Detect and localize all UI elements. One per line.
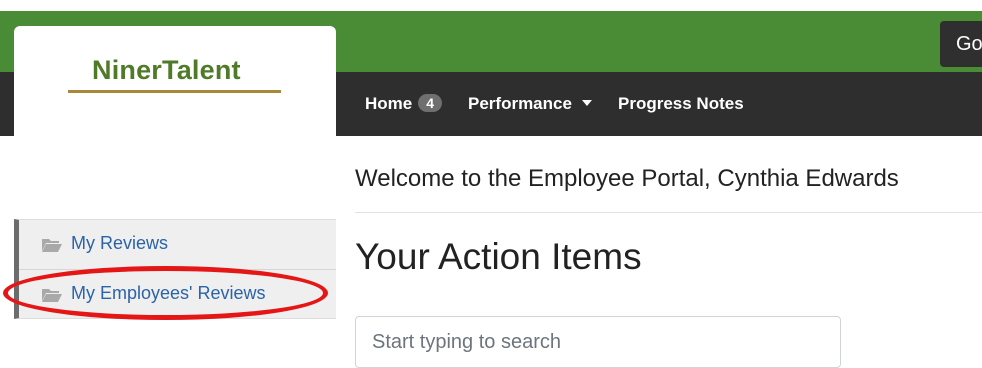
- action-items-heading: Your Action Items: [355, 236, 642, 277]
- welcome-message: Welcome to the Employee Portal, Cynthia …: [355, 165, 899, 192]
- sidebar-item-my-employees-reviews[interactable]: My Employees' Reviews: [19, 270, 336, 319]
- home-count-badge: 4: [418, 94, 443, 112]
- sidebar-item-my-reviews[interactable]: My Reviews: [19, 220, 336, 270]
- search-input[interactable]: [355, 316, 841, 368]
- sidebar-item-label: My Employees' Reviews: [71, 283, 266, 303]
- nav-performance-dropdown[interactable]: Performance: [468, 94, 592, 114]
- sidebar-nav: My Reviews My Employees' Reviews: [14, 219, 336, 319]
- nav-home[interactable]: Home 4: [365, 94, 443, 114]
- folder-open-icon: [41, 287, 63, 308]
- brand-logo-text[interactable]: NinerTalent: [92, 55, 241, 86]
- caret-down-icon: [581, 100, 592, 106]
- nav-home-label: Home: [365, 94, 413, 113]
- sidebar-item-label: My Reviews: [71, 233, 169, 253]
- nav-progress-notes[interactable]: Progress Notes: [618, 94, 744, 114]
- section-divider: [355, 212, 982, 213]
- go-button[interactable]: Go: [940, 21, 982, 67]
- brand-underline: [68, 90, 281, 93]
- folder-open-icon: [41, 237, 63, 258]
- nav-performance-label: Performance: [468, 94, 572, 113]
